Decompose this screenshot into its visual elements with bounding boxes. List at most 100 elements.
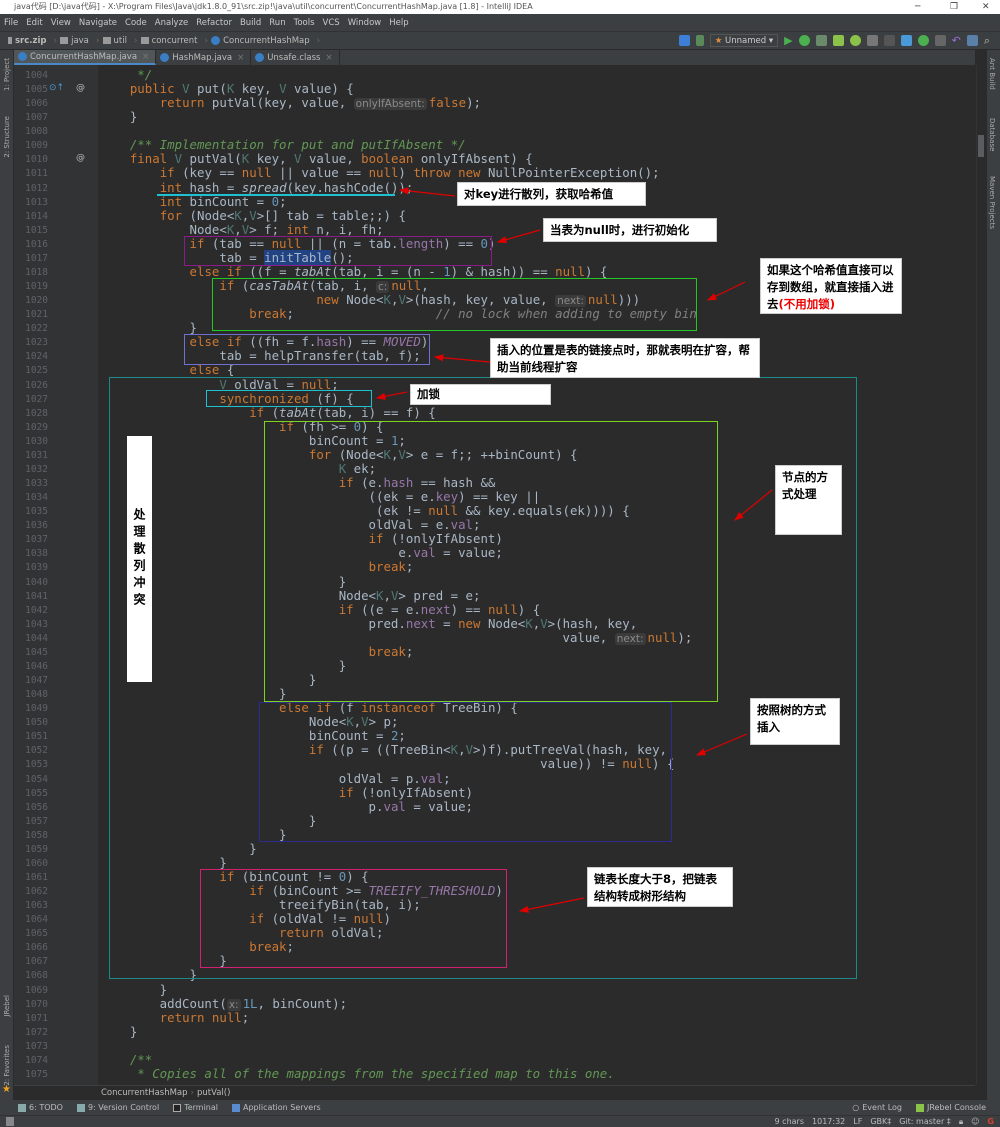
code-line[interactable]: final V putVal(K key, V value, boolean o… xyxy=(100,152,533,166)
jrebel-run-icon[interactable] xyxy=(832,35,844,46)
code-line[interactable]: else { xyxy=(100,363,235,377)
menu-run[interactable]: Run xyxy=(269,18,285,28)
coverage-icon[interactable] xyxy=(815,35,827,46)
google-icon[interactable]: G xyxy=(987,1117,994,1126)
cursor-position[interactable]: 1017:32 xyxy=(812,1117,845,1126)
vcs-commit-icon[interactable] xyxy=(917,35,929,46)
translate-icon[interactable] xyxy=(678,35,690,46)
menu-help[interactable]: Help xyxy=(389,18,408,28)
ant-build-tool-button[interactable]: Ant Build xyxy=(988,58,996,90)
jrebel-debug-icon[interactable] xyxy=(849,35,861,46)
treeify-highlight-box xyxy=(200,869,507,968)
editor-scrollbar[interactable] xyxy=(976,65,986,1085)
title-bar: java代码 [D:\java代码] - X:\Program Files\Ja… xyxy=(0,0,1000,14)
code-line[interactable]: if (key == null || value == null) throw … xyxy=(100,166,660,180)
project-tool-button[interactable]: 1: Project xyxy=(3,58,11,91)
code-line[interactable]: */ xyxy=(100,68,152,82)
code-line[interactable]: for (Node<K,V>[] tab = table;;) { xyxy=(100,208,406,223)
debug-icon[interactable] xyxy=(798,35,810,46)
code-line[interactable]: * Copies all of the mappings from the sp… xyxy=(100,1066,614,1081)
revert-icon[interactable]: ↶ xyxy=(952,34,961,47)
menu-vcs[interactable]: VCS xyxy=(323,18,340,28)
implements-icon[interactable]: ⊙↑ xyxy=(49,83,64,93)
close-button[interactable]: ✕ xyxy=(982,0,990,14)
tab-unsafe[interactable]: Unsafe.class × xyxy=(251,50,340,65)
code-line[interactable]: else if ((f = tabAt(tab, i = (n - 1) & h… xyxy=(100,264,608,279)
code-line[interactable]: } xyxy=(100,982,167,997)
code-line[interactable]: int hash = spread(key.hashCode()); xyxy=(100,180,414,195)
scrollbar-thumb[interactable] xyxy=(978,135,984,157)
run-icon[interactable]: ▶ xyxy=(784,34,792,47)
event-log-icon: ○ xyxy=(852,1103,860,1112)
line-number: 1047 xyxy=(25,675,48,686)
menu-build[interactable]: Build xyxy=(240,18,261,28)
tab-concurrenthashmap[interactable]: ConcurrentHashMap.java × xyxy=(14,50,157,65)
inspector-icon[interactable]: ☺ xyxy=(971,1117,979,1126)
build-icon[interactable] xyxy=(695,35,704,46)
menu-window[interactable]: Window xyxy=(348,18,382,28)
code-breadcrumb-method[interactable]: putVal() xyxy=(197,1088,230,1098)
jrebel-console-button[interactable]: JRebel Console xyxy=(915,1103,986,1112)
application-servers-tool-button[interactable]: Application Servers xyxy=(232,1103,321,1112)
code-line[interactable]: } xyxy=(100,110,137,124)
code-line[interactable]: return null; xyxy=(100,1010,250,1025)
lock-highlight-box xyxy=(206,390,372,407)
menu-edit[interactable]: Edit xyxy=(26,18,42,28)
maven-tool-button[interactable]: Maven Projects xyxy=(988,176,996,229)
jrebel-icon[interactable] xyxy=(866,35,878,46)
terminal-tool-button[interactable]: Terminal xyxy=(173,1103,218,1112)
close-tab-icon[interactable]: × xyxy=(237,53,244,63)
close-tab-icon[interactable]: × xyxy=(142,52,149,62)
arrow-init xyxy=(496,229,541,244)
structure-tool-button[interactable]: 2: Structure xyxy=(3,116,11,158)
breadcrumb-src-zip[interactable]: src.zip xyxy=(8,36,46,46)
line-separator[interactable]: LF xyxy=(853,1117,862,1126)
menu-view[interactable]: View xyxy=(51,18,71,28)
breadcrumb-class[interactable]: ConcurrentHashMap xyxy=(211,36,310,46)
code-line[interactable]: } xyxy=(100,1024,137,1039)
code-line[interactable]: /** Implementation for put and putIfAbse… xyxy=(100,138,466,152)
line-number: 1059 xyxy=(25,843,48,855)
menu-code[interactable]: Code xyxy=(125,18,147,28)
vcs-update-icon[interactable] xyxy=(900,35,912,46)
menu-navigate[interactable]: Navigate xyxy=(79,18,117,28)
stop-icon[interactable] xyxy=(883,35,895,46)
git-branch[interactable]: Git: master ‡ xyxy=(899,1117,951,1126)
override-annotation-icon: @ xyxy=(76,83,85,93)
maximize-button[interactable]: ❐ xyxy=(950,0,958,14)
jrebel-tool-button[interactable]: JRebel xyxy=(3,995,11,1017)
breadcrumb-util[interactable]: util xyxy=(102,36,127,46)
code-line[interactable]: /** xyxy=(100,1052,152,1067)
code-breadcrumb-class[interactable]: ConcurrentHashMap xyxy=(101,1088,188,1098)
search-icon[interactable]: ⌕ xyxy=(984,34,990,48)
todo-tool-button[interactable]: 6: TODO xyxy=(18,1103,63,1112)
event-log-button[interactable]: ○ Event Log xyxy=(852,1103,902,1112)
tab-hashmap[interactable]: HashMap.java × xyxy=(156,50,252,65)
note-hash: 对key进行散列，获取哈希值 xyxy=(457,182,646,206)
version-control-tool-button[interactable]: 9: Version Control xyxy=(76,1103,159,1112)
code-line[interactable]: return putVal(key, value, onlyIfAbsent: f… xyxy=(100,96,481,111)
favorites-tool-button[interactable]: 2: Favorites xyxy=(3,1045,11,1086)
lock-icon[interactable]: 🔒︎ xyxy=(959,1117,963,1127)
menu-tools[interactable]: Tools xyxy=(294,18,315,28)
code-line[interactable]: int binCount = 0; xyxy=(100,194,287,209)
breadcrumb-java[interactable]: java xyxy=(60,36,89,46)
compare-icon[interactable] xyxy=(934,35,946,46)
menu-refactor[interactable]: Refactor xyxy=(196,18,232,28)
code-breadcrumb: ConcurrentHashMap › putVal() xyxy=(14,1085,975,1100)
run-configuration-select[interactable]: ★ Unnamed ▾ xyxy=(709,34,779,47)
note-cas: 如果这个哈希值直接可以存到数组，就直接插入进去(不用加锁) xyxy=(760,258,902,314)
code-line[interactable]: } xyxy=(100,321,197,335)
menu-analyze[interactable]: Analyze xyxy=(155,18,189,28)
structure-icon[interactable] xyxy=(966,35,978,46)
database-tool-button[interactable]: Database xyxy=(988,118,996,151)
file-encoding[interactable]: GBK‡ xyxy=(870,1117,891,1126)
breadcrumb-concurrent[interactable]: concurrent xyxy=(140,36,198,46)
folder-icon xyxy=(140,37,149,44)
minimize-button[interactable]: ─ xyxy=(915,0,920,14)
code-line[interactable]: Node<K,V> f; int n, i, fh; xyxy=(100,222,384,237)
toggle-tool-windows-icon[interactable] xyxy=(6,1117,14,1126)
code-line[interactable]: public V put(K key, V value) { xyxy=(100,82,354,96)
close-tab-icon[interactable]: × xyxy=(325,53,332,63)
menu-file[interactable]: File xyxy=(4,18,18,28)
